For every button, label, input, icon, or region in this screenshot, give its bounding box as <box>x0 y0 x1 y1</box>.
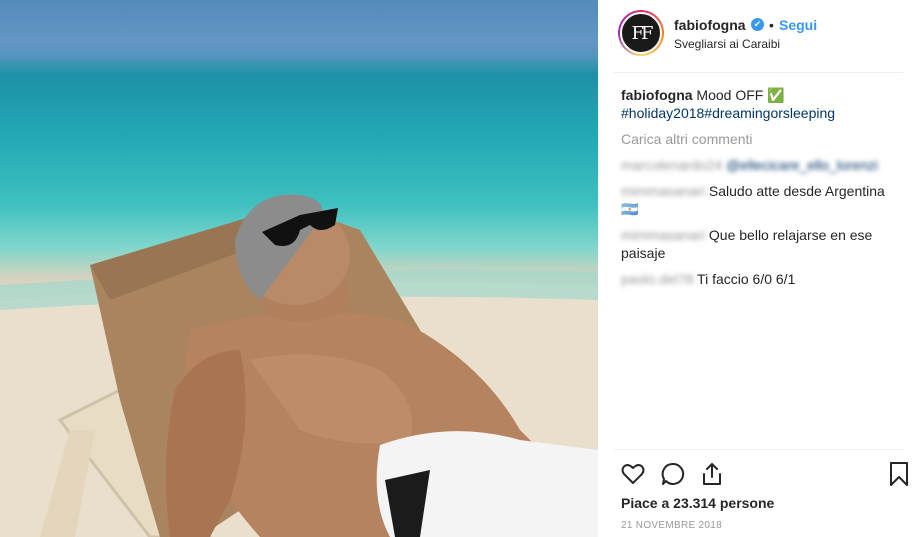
location-link[interactable]: Svegliarsi ai Caraibi <box>674 37 780 51</box>
follow-button[interactable]: Segui <box>779 17 817 33</box>
username-link[interactable]: fabiofogna <box>674 17 746 33</box>
comment-username[interactable]: paolo.del78 <box>621 271 693 287</box>
comment-icon[interactable] <box>660 461 686 487</box>
separator-dot: • <box>769 17 774 33</box>
comments-list: fabiofogna Mood OFF ✅ #holiday2018#dream… <box>621 86 905 288</box>
caption-username[interactable]: fabiofogna <box>621 87 693 103</box>
post-date[interactable]: 21 NOVEMBRE 2018 <box>621 520 722 531</box>
comment-item: marcolenardo24 @ellecicare_ello_lorenzi <box>621 156 905 174</box>
comment-username[interactable]: mimmasanari <box>621 183 705 199</box>
comment-username[interactable]: mimmasanari <box>621 227 705 243</box>
divider <box>614 72 903 73</box>
comment-item: mimmasanari Saludo atte desde Argentina … <box>621 182 905 218</box>
post-header: FF fabiofogna ✔ • Segui Svegliarsi ai Ca… <box>598 0 919 72</box>
avatar[interactable]: FF <box>618 10 664 56</box>
post-side-panel: FF fabiofogna ✔ • Segui Svegliarsi ai Ca… <box>598 0 919 537</box>
divider <box>614 449 903 450</box>
comment-text[interactable]: @ellecicare_ello_lorenzi <box>726 157 878 173</box>
likes-count[interactable]: Piace a 23.314 persone <box>621 495 774 511</box>
comment-username[interactable]: marcolenardo24 <box>621 157 722 173</box>
avatar-logo: FF <box>631 22 654 44</box>
caption: fabiofogna Mood OFF ✅ #holiday2018#dream… <box>621 86 905 122</box>
caption-hashtags[interactable]: #holiday2018#dreamingorsleeping <box>621 105 835 121</box>
caption-text: Mood OFF ✅ <box>692 87 785 103</box>
share-icon[interactable] <box>699 461 725 487</box>
load-more-comments-button[interactable]: Carica altri commenti <box>621 130 905 148</box>
heart-icon[interactable] <box>620 461 646 487</box>
comment-item: mimmasanari Que bello relajarse en ese p… <box>621 226 905 262</box>
verified-badge-icon: ✔ <box>751 18 764 31</box>
comment-item: paolo.del78 Ti faccio 6/0 6/1 <box>621 270 905 288</box>
post-photo[interactable] <box>0 0 598 537</box>
bookmark-icon[interactable] <box>886 461 912 487</box>
comment-text: Ti faccio 6/0 6/1 <box>693 271 796 287</box>
beach-scene-illustration <box>0 0 598 537</box>
